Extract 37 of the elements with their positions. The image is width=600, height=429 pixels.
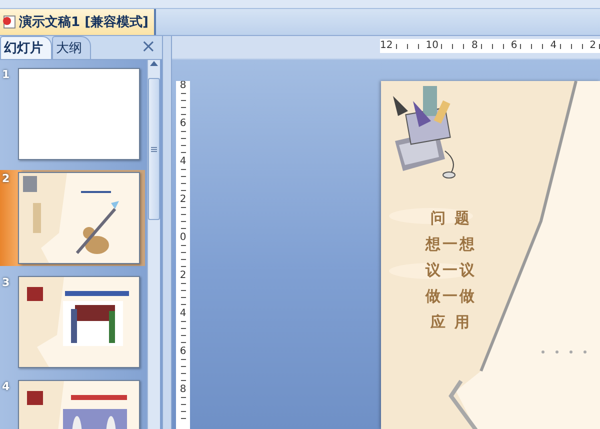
slide-number: 3 [2, 276, 11, 291]
ruler-number: 6 [180, 119, 186, 129]
menu-label[interactable]: 议一议 [423, 261, 479, 280]
ruler-number: 6 [180, 347, 186, 357]
slide-thumbnail[interactable] [18, 172, 140, 264]
ruler-number: 2 [180, 195, 186, 205]
scroll-thumb[interactable] [148, 78, 160, 220]
close-button[interactable]: × [138, 38, 158, 56]
presentation-icon [2, 15, 16, 29]
ruler-number: 2 [180, 271, 186, 281]
pane-tab[interactable]: 大纲 [52, 36, 91, 59]
menu-label[interactable]: 应 用 [423, 313, 479, 332]
ruler-number: 4 [180, 309, 186, 319]
scrollbar[interactable] [147, 60, 160, 429]
slide-row[interactable]: 2 [0, 170, 145, 266]
ruler-number: 4 [180, 157, 186, 167]
slide-row[interactable]: 4 [0, 378, 145, 429]
slide-thumbnail[interactable] [18, 276, 140, 368]
slide-number: 2 [2, 172, 11, 187]
ruler-number: 8 [471, 41, 478, 51]
menu-label[interactable]: 做一做 [423, 287, 479, 306]
menu-label[interactable]: 想一想 [423, 235, 479, 254]
menu-label[interactable]: 问 题 [423, 209, 479, 228]
ruler-number: 4 [550, 41, 557, 51]
slide-row[interactable]: 3 [0, 274, 145, 370]
ruler-number: 0 [180, 233, 186, 243]
slide-number: 4 [2, 380, 11, 395]
slide-number: 1 [2, 68, 11, 83]
ruler-number: 10 [426, 41, 438, 51]
ruler-number: 8 [180, 385, 186, 395]
pane-tab[interactable]: 幻灯片 [0, 36, 52, 59]
ruler-number: 12 [380, 41, 393, 51]
slide-row[interactable]: 1 [0, 66, 145, 162]
ruler-number: 2 [590, 41, 596, 51]
slide-thumbnail[interactable] [18, 68, 140, 160]
document-tab[interactable]: 演示文稿1 [兼容模式] [0, 9, 156, 35]
ruler-number: 6 [510, 41, 518, 51]
